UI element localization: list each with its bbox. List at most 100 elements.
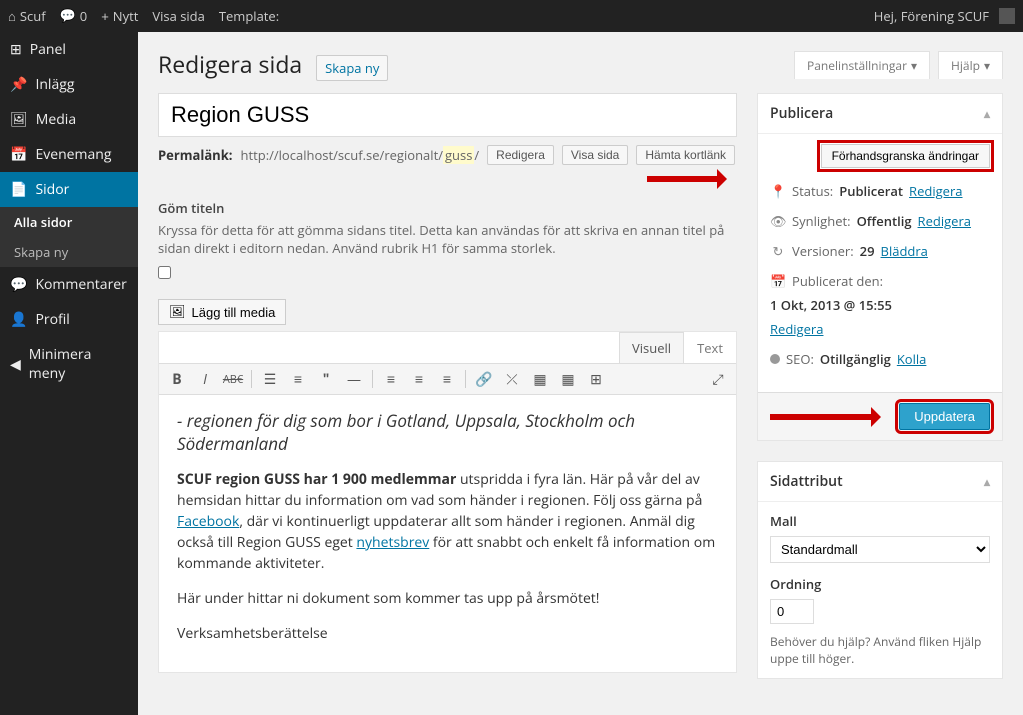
ul-button[interactable]: ☰: [258, 368, 282, 390]
unlink-button[interactable]: ⤫: [500, 368, 524, 390]
menu-comments[interactable]: 💬Kommentarer: [0, 267, 138, 302]
screen-options-tab[interactable]: Panelinställningar ▾: [794, 51, 930, 79]
newsletter-link[interactable]: nyhetsbrev: [356, 533, 429, 552]
quote-button[interactable]: ": [314, 368, 338, 390]
publish-box-title: Publicera: [770, 104, 833, 123]
home-icon: ⌂: [8, 9, 16, 24]
italic-button[interactable]: I: [193, 368, 217, 390]
facebook-link[interactable]: Facebook: [177, 512, 239, 531]
tab-text[interactable]: Text: [684, 332, 736, 363]
plus-icon: +: [101, 9, 109, 24]
toggle-attributes-box[interactable]: ▴: [984, 473, 990, 490]
tab-visual[interactable]: Visuell: [619, 332, 684, 363]
dashboard-icon: ⊞: [10, 41, 22, 58]
attributes-box-title: Sidattribut: [770, 472, 843, 491]
submenu-all-pages[interactable]: Alla sidor: [0, 207, 138, 237]
comment-icon: 💬: [10, 276, 27, 293]
hide-title-section: Göm titeln Kryssa för detta för att gömm…: [158, 199, 737, 283]
menu-panel[interactable]: ⊞Panel: [0, 32, 138, 67]
site-link[interactable]: ⌂Scuf: [8, 7, 46, 25]
edit-visibility-link[interactable]: Redigera: [918, 212, 971, 230]
view-page-button[interactable]: Visa sida: [562, 145, 628, 165]
template-label: Mall: [770, 512, 990, 530]
permalink-url: http://localhost/scuf.se/regionalt/guss/: [241, 146, 480, 164]
strike-button[interactable]: AB€: [221, 368, 245, 390]
media-icon: 🖼: [169, 304, 186, 320]
menu-posts[interactable]: 📌Inlägg: [0, 67, 138, 102]
get-shortlink-button[interactable]: Hämta kortlänk: [636, 145, 735, 165]
add-new-button[interactable]: Skapa ny: [316, 55, 388, 81]
template-select[interactable]: Standardmall: [770, 536, 990, 563]
permalink-label: Permalänk:: [158, 146, 233, 164]
page-attributes-box: Sidattribut ▴ Mall Standardmall Ordning B…: [757, 461, 1003, 679]
new-link[interactable]: +Nytt: [101, 7, 138, 25]
collapse-icon: ◀: [10, 356, 21, 373]
attributes-help-text: Behöver du hjälp? Använd fliken Hjälp up…: [770, 634, 990, 668]
submenu-new-page[interactable]: Skapa ny: [0, 237, 138, 267]
menu-collapse[interactable]: ◀Minimera meny: [0, 337, 138, 391]
calendar-icon: 📅: [770, 272, 786, 290]
template-label: Template:: [219, 7, 279, 25]
history-icon: ↻: [770, 242, 786, 260]
page-title: Redigera sida: [158, 48, 302, 80]
menu-profile[interactable]: 👤Profil: [0, 302, 138, 337]
editor-toolbar: B I AB€ ☰ ≡ " — ≡ ≡ ≡ 🔗 ⤫: [159, 364, 736, 395]
kitchen-sink-button[interactable]: ⊞: [584, 368, 608, 390]
menu-events[interactable]: 📅Evenemang: [0, 137, 138, 172]
pin-icon: 📍: [770, 182, 786, 200]
bold-button[interactable]: B: [165, 368, 189, 390]
hide-title-heading: Göm titeln: [158, 199, 737, 217]
annotation-arrow: [770, 411, 891, 423]
permalink-row: Permalänk: http://localhost/scuf.se/regi…: [158, 145, 737, 185]
order-input[interactable]: [770, 599, 814, 624]
browse-revisions-link[interactable]: Bläddra: [881, 242, 928, 260]
hr-button[interactable]: —: [342, 368, 366, 390]
table-button[interactable]: ▦: [556, 368, 580, 390]
menu-pages[interactable]: 📄Sidor: [0, 172, 138, 207]
fullscreen-button[interactable]: ⤢: [706, 368, 730, 390]
hide-title-checkbox[interactable]: [158, 266, 171, 279]
permalink-slug: guss: [443, 146, 474, 164]
align-left-button[interactable]: ≡: [379, 368, 403, 390]
preview-changes-button[interactable]: Förhandsgranska ändringar: [821, 144, 990, 168]
main-content: Redigera sida Skapa ny Panelinställninga…: [138, 32, 1023, 715]
admin-sidebar: ⊞Panel 📌Inlägg 🖼Media 📅Evenemang 📄Sidor …: [0, 32, 138, 715]
annotation-arrow: [647, 173, 737, 185]
more-button[interactable]: ▦: [528, 368, 552, 390]
edit-status-link[interactable]: Redigera: [909, 182, 962, 200]
link-button[interactable]: 🔗: [472, 368, 496, 390]
editor-box: Visuell Text B I AB€ ☰ ≡ " — ≡ ≡: [158, 331, 737, 673]
pages-submenu: Alla sidor Skapa ny: [0, 207, 138, 267]
greeting[interactable]: Hej, Förening SCUF: [874, 7, 1015, 25]
update-button[interactable]: Uppdatera: [899, 403, 990, 430]
editor-content[interactable]: - regionen för dig som bor i Gotland, Up…: [159, 395, 736, 672]
seo-check-link[interactable]: Kolla: [897, 350, 927, 368]
post-title-input[interactable]: [158, 93, 737, 137]
ol-button[interactable]: ≡: [286, 368, 310, 390]
comments-link[interactable]: 💬0: [60, 7, 88, 25]
page-icon: 📄: [10, 181, 27, 198]
edit-slug-button[interactable]: Redigera: [487, 145, 554, 165]
chevron-down-icon: ▾: [911, 57, 917, 74]
align-right-button[interactable]: ≡: [435, 368, 459, 390]
toggle-publish-box[interactable]: ▴: [984, 105, 990, 122]
publish-box: Publicera▴ Förhandsgranska ändringar 📍St…: [757, 93, 1003, 441]
comment-icon: 💬: [60, 8, 76, 24]
media-icon: 🖼: [10, 111, 28, 128]
view-page-link[interactable]: Visa sida: [152, 7, 204, 25]
eye-icon: 👁: [770, 212, 786, 230]
seo-dot-icon: [770, 354, 780, 364]
add-media-button[interactable]: 🖼Lägg till media: [158, 299, 286, 325]
user-icon: 👤: [10, 311, 27, 328]
hide-title-desc: Kryssa för detta för att gömma sidans ti…: [158, 221, 737, 257]
pin-icon: 📌: [10, 76, 27, 93]
align-center-button[interactable]: ≡: [407, 368, 431, 390]
calendar-icon: 📅: [10, 146, 27, 163]
lead-text: - regionen för dig som bor i Gotland, Up…: [177, 409, 718, 455]
edit-date-link[interactable]: Redigera: [770, 320, 823, 338]
order-label: Ordning: [770, 575, 990, 593]
help-tab[interactable]: Hjälp ▾: [938, 51, 1003, 79]
menu-media[interactable]: 🖼Media: [0, 102, 138, 137]
avatar-icon: [999, 8, 1015, 24]
admin-topbar: ⌂Scuf 💬0 +Nytt Visa sida Template: Hej, …: [0, 0, 1023, 32]
